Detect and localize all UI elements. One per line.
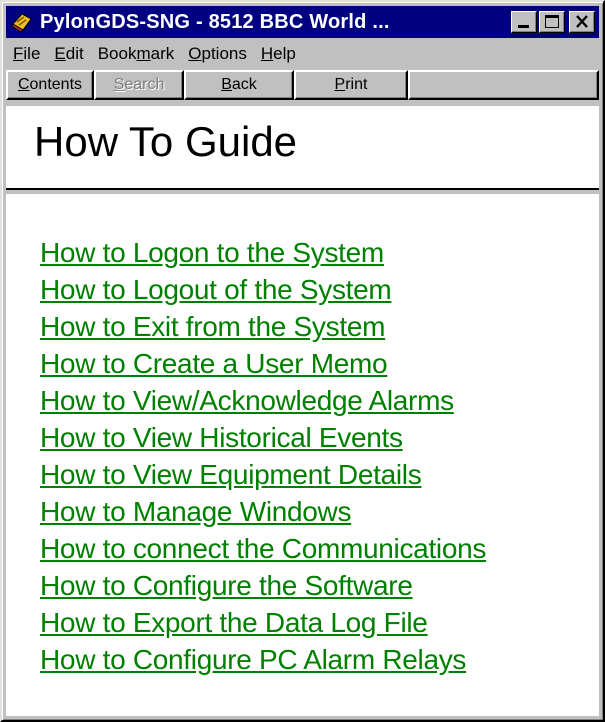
list-item: How to Configure PC Alarm Relays — [40, 641, 486, 678]
list-item: How to connect the Communications — [40, 530, 486, 567]
page-title: How To Guide — [34, 118, 298, 165]
list-item: How to Manage Windows — [40, 493, 486, 530]
menu-file[interactable]: File — [6, 44, 47, 64]
list-item: How to View Equipment Details — [40, 456, 486, 493]
button-bar: Contents Search Back Print — [6, 70, 599, 104]
toolbar-filler — [408, 70, 599, 100]
menu-options[interactable]: Options — [181, 44, 254, 64]
minimize-icon[interactable] — [511, 11, 537, 33]
list-item: How to Export the Data Log File — [40, 604, 486, 641]
list-item: How to Configure the Software — [40, 567, 486, 604]
list-item: How to Logon to the System — [40, 234, 486, 271]
link-communications[interactable]: How to connect the Communications — [40, 533, 486, 564]
list-item: How to Exit from the System — [40, 308, 486, 345]
link-equipment-details[interactable]: How to View Equipment Details — [40, 459, 422, 490]
link-alarm-relays[interactable]: How to Configure PC Alarm Relays — [40, 644, 466, 675]
link-historical-events[interactable]: How to View Historical Events — [40, 422, 403, 453]
list-item: How to View/Acknowledge Alarms — [40, 382, 486, 419]
link-logout[interactable]: How to Logout of the System — [40, 274, 392, 305]
list-item: How to Create a User Memo — [40, 345, 486, 382]
link-export-data-log[interactable]: How to Export the Data Log File — [40, 607, 428, 638]
link-list: How to Logon to the System How to Logout… — [40, 234, 486, 678]
topic-content[interactable]: How to Logon to the System How to Logout… — [6, 194, 599, 716]
menu-edit[interactable]: Edit — [47, 44, 90, 64]
print-button[interactable]: Print — [294, 70, 408, 100]
close-icon[interactable] — [569, 11, 595, 33]
search-button[interactable]: Search — [94, 70, 184, 100]
topic-header: How To Guide — [6, 106, 599, 190]
menu-bar: File Edit Bookmark Options Help — [6, 40, 599, 68]
link-manage-windows[interactable]: How to Manage Windows — [40, 496, 351, 527]
link-alarms[interactable]: How to View/Acknowledge Alarms — [40, 385, 454, 416]
window-title: PylonGDS-SNG - 8512 BBC World ... — [40, 10, 390, 33]
menu-bookmark[interactable]: Bookmark — [91, 44, 182, 64]
help-window: PylonGDS-SNG - 8512 BBC World ... File E… — [0, 0, 605, 722]
app-icon[interactable] — [10, 10, 34, 34]
contents-button[interactable]: Contents — [6, 70, 94, 100]
back-button[interactable]: Back — [184, 70, 294, 100]
title-bar[interactable]: PylonGDS-SNG - 8512 BBC World ... — [6, 6, 599, 38]
menu-help[interactable]: Help — [254, 44, 303, 64]
link-logon[interactable]: How to Logon to the System — [40, 237, 384, 268]
link-exit[interactable]: How to Exit from the System — [40, 311, 385, 342]
link-configure-software[interactable]: How to Configure the Software — [40, 570, 413, 601]
maximize-icon[interactable] — [539, 11, 565, 33]
link-user-memo[interactable]: How to Create a User Memo — [40, 348, 388, 379]
list-item: How to Logout of the System — [40, 271, 486, 308]
list-item: How to View Historical Events — [40, 419, 486, 456]
